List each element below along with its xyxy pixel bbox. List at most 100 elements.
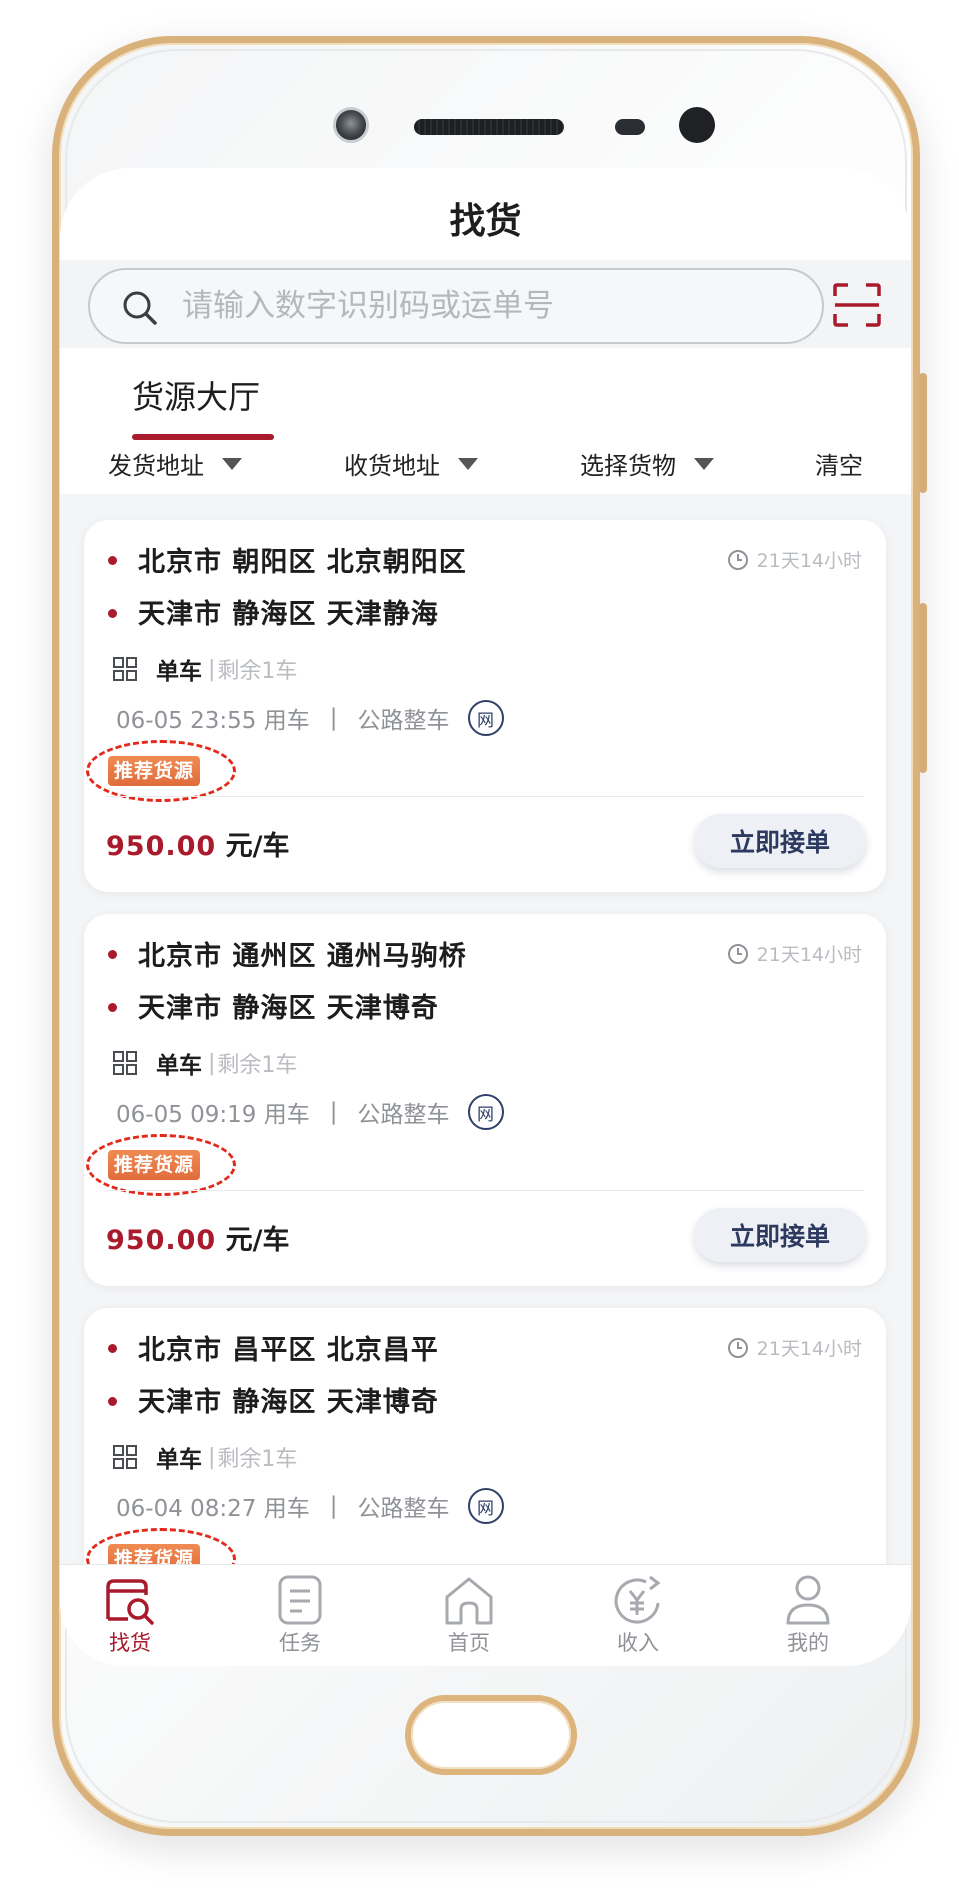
grid-icon bbox=[113, 657, 137, 681]
destination-dot bbox=[108, 609, 117, 618]
use-datetime: 06-04 08:27 用车 bbox=[116, 1496, 310, 1522]
use-datetime: 06-05 09:19 用车 bbox=[116, 1102, 310, 1128]
power-button bbox=[919, 603, 927, 773]
recommend-badge: 推荐货源 bbox=[108, 756, 201, 786]
recommend-annotation: 推荐货源 bbox=[86, 740, 236, 802]
use-datetime: 06-05 23:55 用车 bbox=[116, 708, 310, 734]
price-amount: 950.00 bbox=[106, 1225, 217, 1256]
search-box[interactable] bbox=[88, 268, 824, 344]
separator: | bbox=[208, 1050, 216, 1076]
price: 950.00 元/车 bbox=[106, 1218, 289, 1257]
vehicle-type: 单车 bbox=[156, 1447, 202, 1473]
search-input[interactable] bbox=[180, 270, 800, 342]
find-goods-icon bbox=[106, 1579, 154, 1625]
destination-address: 天津市 静海区 天津静海 bbox=[138, 599, 439, 630]
clear-filters-button[interactable]: 清空 bbox=[815, 446, 863, 481]
schedule-info: 06-04 08:27 用车 | 公路整车 网 bbox=[116, 1488, 504, 1524]
filter-label: 发货地址 bbox=[108, 452, 204, 480]
filter-label: 选择货物 bbox=[580, 452, 676, 480]
remaining-count: 剩余1车 bbox=[217, 1053, 298, 1078]
filter-goods[interactable]: 选择货物 bbox=[580, 446, 714, 481]
volume-button bbox=[919, 373, 927, 493]
network-icon: 网 bbox=[467, 1094, 504, 1130]
origin-address: 北京市 昌平区 北京昌平 bbox=[138, 1335, 439, 1366]
nav-label: 首页 bbox=[448, 1631, 490, 1655]
camera-sensor bbox=[333, 107, 369, 143]
destination-dot bbox=[108, 1397, 117, 1406]
cargo-card[interactable]: 北京市 朝阳区 北京朝阳区 天津市 静海区 天津静海 21天14小时 单车 | … bbox=[84, 520, 886, 892]
caret-down-icon bbox=[458, 457, 478, 470]
recommend-annotation: 推荐货源 bbox=[86, 1134, 236, 1196]
recommend-badge: 推荐货源 bbox=[108, 1150, 201, 1180]
top-bar: 找货 bbox=[60, 168, 911, 260]
remaining-count: 剩余1车 bbox=[217, 1447, 298, 1472]
transport-mode: 公路整车 bbox=[357, 1496, 450, 1522]
time-remaining: 21天14小时 bbox=[727, 546, 862, 573]
home-button[interactable] bbox=[405, 1695, 577, 1775]
filter-receive-address[interactable]: 收货地址 bbox=[344, 446, 478, 481]
nav-find-goods[interactable]: 找货 bbox=[70, 1573, 190, 1657]
time-remaining: 21天14小时 bbox=[727, 940, 862, 967]
origin-dot bbox=[108, 950, 117, 959]
grid-icon bbox=[113, 1051, 137, 1075]
origin-dot bbox=[108, 1344, 117, 1353]
search-icon bbox=[123, 291, 157, 325]
nav-label: 任务 bbox=[279, 1631, 321, 1655]
profile-icon bbox=[786, 1575, 830, 1625]
filter-ship-address[interactable]: 发货地址 bbox=[108, 446, 242, 481]
divider bbox=[106, 1190, 864, 1191]
cargo-card[interactable]: 北京市 通州区 通州马驹桥 天津市 静海区 天津博奇 21天14小时 单车 | … bbox=[84, 914, 886, 1286]
clock-icon bbox=[727, 549, 748, 570]
grid-icon bbox=[113, 1445, 137, 1469]
home-icon bbox=[445, 1577, 493, 1625]
nav-label: 找货 bbox=[109, 1631, 151, 1655]
nav-task[interactable]: 任务 bbox=[240, 1573, 360, 1657]
remaining-count: 剩余1车 bbox=[217, 659, 298, 684]
scan-icon[interactable] bbox=[832, 282, 882, 328]
vehicle-type: 单车 bbox=[156, 659, 202, 685]
nav-label: 我的 bbox=[787, 1631, 829, 1655]
origin-dot bbox=[108, 556, 117, 565]
caret-down-icon bbox=[222, 457, 242, 470]
nav-income[interactable]: 收入 bbox=[578, 1573, 698, 1657]
schedule-info: 06-05 09:19 用车 | 公路整车 网 bbox=[116, 1094, 504, 1130]
destination-dot bbox=[108, 1003, 117, 1012]
price-unit: 元/车 bbox=[225, 1225, 290, 1256]
time-remaining-text: 21天14小时 bbox=[756, 1338, 862, 1360]
nav-profile[interactable]: 我的 bbox=[748, 1573, 868, 1657]
transport-mode: 公路整车 bbox=[357, 708, 450, 734]
time-remaining-text: 21天14小时 bbox=[756, 944, 862, 966]
vehicle-info: 单车 | 剩余1车 bbox=[112, 652, 297, 686]
transport-mode: 公路整车 bbox=[357, 1102, 450, 1128]
search-bar bbox=[60, 260, 911, 348]
destination-address: 天津市 静海区 天津博奇 bbox=[138, 1387, 439, 1418]
separator: | bbox=[208, 656, 216, 682]
page-title: 找货 bbox=[449, 201, 522, 242]
destination-address: 天津市 静海区 天津博奇 bbox=[138, 993, 439, 1024]
front-camera bbox=[679, 107, 715, 143]
proximity-sensor bbox=[615, 119, 645, 135]
time-remaining: 21天14小时 bbox=[727, 1334, 862, 1361]
filter-tabs: 货源大厅 发货地址 收货地址 选择货物 清空 bbox=[60, 348, 911, 494]
network-icon: 网 bbox=[467, 1488, 504, 1524]
accept-order-button[interactable]: 立即接单 bbox=[694, 814, 866, 868]
price-amount: 950.00 bbox=[106, 831, 217, 862]
vehicle-info: 单车 | 剩余1车 bbox=[112, 1046, 297, 1080]
separator: | bbox=[329, 1099, 338, 1125]
tab-cargo-hall[interactable]: 货源大厅 bbox=[132, 372, 260, 418]
vehicle-info: 单车 | 剩余1车 bbox=[112, 1440, 297, 1474]
separator: | bbox=[208, 1444, 216, 1470]
vehicle-type: 单车 bbox=[156, 1053, 202, 1079]
accept-order-button[interactable]: 立即接单 bbox=[694, 1208, 866, 1262]
price-unit: 元/车 bbox=[225, 831, 290, 862]
nav-label: 收入 bbox=[617, 1631, 659, 1655]
schedule-info: 06-05 23:55 用车 | 公路整车 网 bbox=[116, 700, 504, 736]
clock-icon bbox=[727, 943, 748, 964]
app-screen: 找货 货源大厅 发货地址 收货地址 选择货物 bbox=[60, 168, 911, 1666]
earpiece-speaker bbox=[414, 119, 564, 135]
nav-home[interactable]: 首页 bbox=[409, 1573, 529, 1657]
task-icon bbox=[278, 1575, 322, 1625]
separator: | bbox=[329, 705, 338, 731]
filter-label: 收货地址 bbox=[344, 452, 440, 480]
income-icon bbox=[614, 1575, 661, 1624]
